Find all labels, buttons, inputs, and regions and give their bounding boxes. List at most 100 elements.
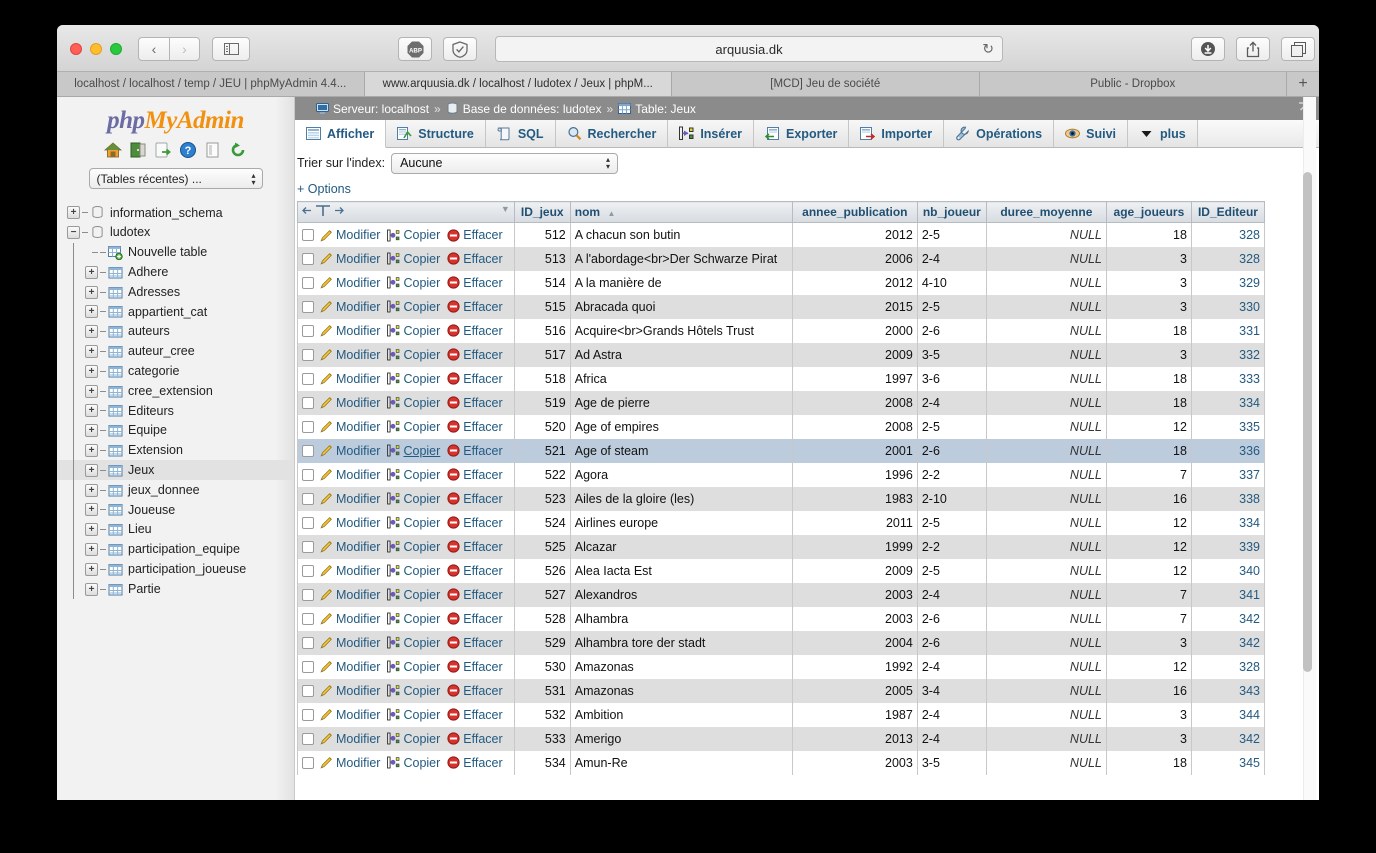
copy-row-link[interactable]: Copier [387, 420, 440, 434]
row-checkbox[interactable] [302, 229, 314, 242]
tree-item-ludotex[interactable]: − ludotex [57, 223, 294, 243]
main-scrollbar-track[interactable] [1303, 97, 1316, 800]
delete-row-link[interactable]: Effacer [447, 324, 503, 338]
row-checkbox[interactable] [302, 732, 314, 745]
row-checkbox[interactable] [302, 372, 314, 385]
breadcrumb-table[interactable]: Table: Jeux [635, 102, 696, 116]
new-tab-button[interactable]: + [1287, 72, 1319, 96]
downloads-icon[interactable] [1191, 37, 1225, 61]
copy-row-link[interactable]: Copier [387, 252, 440, 266]
expand-icon[interactable]: + [85, 364, 98, 378]
delete-row-link[interactable]: Effacer [447, 396, 503, 410]
tree-item-jeux[interactable]: + Jeux [57, 460, 294, 481]
table-row[interactable]: Modifier Copier Effacer 515 Abracada quoi 201… [297, 294, 1266, 319]
breadcrumb-database[interactable]: Base de données: ludotex [463, 102, 602, 116]
copy-row-link[interactable]: Copier [387, 564, 440, 578]
tab-sql[interactable]: SQL [485, 120, 556, 147]
copy-row-link[interactable]: Copier [387, 444, 440, 458]
expand-icon[interactable]: + [85, 582, 98, 596]
tab-plus[interactable]: plus [1128, 120, 1198, 147]
copy-row-link[interactable]: Copier [387, 636, 440, 650]
breadcrumb-server[interactable]: Serveur: localhost [333, 102, 429, 116]
delete-row-link[interactable]: Effacer [447, 492, 503, 506]
expand-icon[interactable]: + [85, 542, 98, 556]
delete-row-link[interactable]: Effacer [447, 516, 503, 530]
tree-item-joueuse[interactable]: + Joueuse [57, 499, 294, 520]
expand-icon[interactable]: + [85, 384, 98, 398]
column-header-age-joueurs[interactable]: age_joueurs [1105, 201, 1192, 223]
table-row[interactable]: Modifier Copier Effacer 533 Amerigo 2013 2-4 NU… [297, 726, 1266, 751]
delete-row-link[interactable]: Effacer [447, 636, 503, 650]
reload-nav-icon[interactable] [229, 141, 247, 159]
delete-row-link[interactable]: Effacer [447, 756, 503, 770]
copy-row-link[interactable]: Copier [387, 612, 440, 626]
copy-row-link[interactable]: Copier [387, 708, 440, 722]
shield-icon[interactable] [443, 37, 477, 61]
phpmyadmin-logo[interactable]: phpMyAdmin [57, 97, 294, 135]
recent-tables-select[interactable]: (Tables récentes) ... ▴ ▾ [88, 168, 263, 189]
docs-icon[interactable] [204, 141, 222, 159]
edit-row-link[interactable]: Modifier [320, 372, 380, 386]
delete-row-link[interactable]: Effacer [447, 252, 503, 266]
expand-icon[interactable]: + [67, 206, 80, 220]
main-scrollbar-thumb[interactable] [1303, 172, 1312, 672]
row-checkbox[interactable] [302, 300, 314, 313]
tree-item-editeurs[interactable]: + Editeurs [57, 400, 294, 421]
table-row[interactable]: Modifier Copier Effacer 528 Alhambra 2003 2-6 N… [297, 606, 1266, 631]
edit-row-link[interactable]: Modifier [320, 444, 380, 458]
tree-item-categorie[interactable]: + categorie [57, 361, 294, 382]
delete-row-link[interactable]: Effacer [447, 276, 503, 290]
edit-row-link[interactable]: Modifier [320, 756, 380, 770]
tree-item-adhere[interactable]: + Adhere [57, 262, 294, 283]
copy-row-link[interactable]: Copier [387, 732, 440, 746]
tree-item-participation-joueuse[interactable]: + participation_joueuse [57, 559, 294, 580]
tab-exporter[interactable]: Exporter [754, 120, 850, 147]
delete-row-link[interactable]: Effacer [447, 732, 503, 746]
help-icon[interactable]: ? [179, 141, 197, 159]
copy-row-link[interactable]: Copier [387, 372, 440, 386]
row-checkbox[interactable] [302, 468, 314, 481]
sort-index-select[interactable]: Aucune ▴ ▾ [391, 152, 619, 174]
row-checkbox[interactable] [302, 516, 314, 529]
table-row[interactable]: Modifier Copier Effacer 531 Amazonas 2005 3-4 N… [297, 678, 1266, 703]
table-row[interactable]: Modifier Copier Effacer 529 Alhambra tore de… [297, 630, 1266, 655]
delete-row-link[interactable]: Effacer [447, 612, 503, 626]
copy-row-link[interactable]: Copier [387, 492, 440, 506]
row-checkbox[interactable] [302, 396, 314, 409]
exit-icon[interactable] [129, 141, 147, 159]
show-all-tabs-icon[interactable] [1281, 37, 1315, 61]
edit-row-link[interactable]: Modifier [320, 564, 380, 578]
copy-row-link[interactable]: Copier [387, 348, 440, 362]
window-close-button[interactable] [70, 43, 82, 55]
share-icon[interactable] [1236, 37, 1270, 61]
sidebar-toggle-icon[interactable] [212, 37, 250, 61]
row-checkbox[interactable] [302, 612, 314, 625]
tab-structure[interactable]: Structure [386, 120, 486, 147]
table-row[interactable]: Modifier Copier Effacer 527 Alexandros 2003 2-… [297, 582, 1266, 607]
edit-row-link[interactable]: Modifier [320, 684, 380, 698]
browser-tab-3[interactable]: Public - Dropbox [979, 72, 1287, 96]
row-checkbox[interactable] [302, 564, 314, 577]
row-checkbox[interactable] [302, 756, 314, 769]
delete-row-link[interactable]: Effacer [447, 684, 503, 698]
edit-row-link[interactable]: Modifier [320, 348, 380, 362]
expand-icon[interactable]: + [85, 483, 98, 497]
browser-tab-2[interactable]: [MCD] Jeu de société [672, 72, 980, 96]
edit-row-link[interactable]: Modifier [320, 492, 380, 506]
copy-row-link[interactable]: Copier [387, 684, 440, 698]
table-row[interactable]: Modifier Copier Effacer 516 Acquire<br>Grand… [297, 318, 1266, 343]
table-row[interactable]: Modifier Copier Effacer 522 Agora 1996 2-2 NULL… [297, 462, 1266, 487]
tree-item-adresses[interactable]: + Adresses [57, 282, 294, 302]
edit-row-link[interactable]: Modifier [320, 660, 380, 674]
edit-row-link[interactable]: Modifier [320, 708, 380, 722]
row-checkbox[interactable] [302, 420, 314, 433]
copy-row-link[interactable]: Copier [387, 324, 440, 338]
browser-tab-0[interactable]: localhost / localhost / temp / JEU | php… [57, 72, 365, 96]
delete-row-link[interactable]: Effacer [447, 660, 503, 674]
expand-icon[interactable]: + [85, 443, 98, 457]
expand-icon[interactable]: + [85, 325, 98, 339]
edit-row-link[interactable]: Modifier [320, 732, 380, 746]
back-button[interactable]: ‹ [138, 37, 169, 61]
table-row[interactable]: Modifier Copier Effacer 530 Amazonas 1992 2-4 N… [297, 654, 1266, 679]
expand-icon[interactable]: + [85, 344, 98, 358]
